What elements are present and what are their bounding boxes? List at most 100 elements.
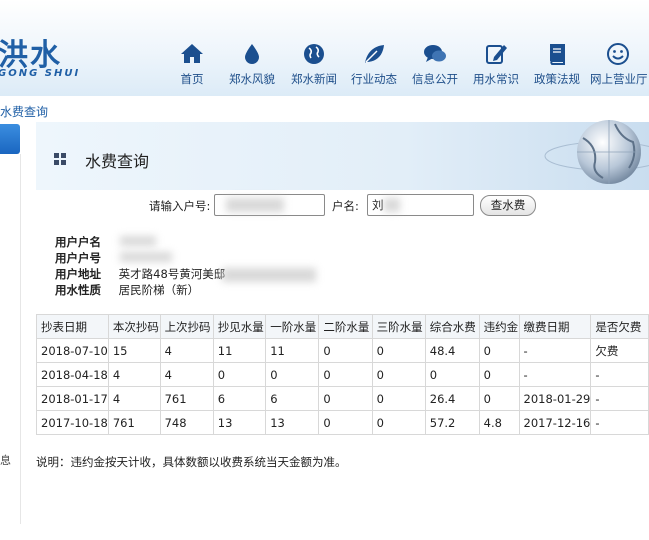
table-cell: 0 [371,386,426,411]
table-cell: 4 [107,386,161,411]
table-cell: 6 [265,386,320,411]
table-cell: 0 [478,386,520,411]
table-cell: 2018-01-29 [518,386,592,411]
nav-label: 信息公开 [412,72,458,86]
nav-item-disclosure[interactable]: 信息公开 [407,42,463,87]
info-key: 用户户名 [55,235,101,249]
nav-label: 行业动态 [351,72,397,86]
redaction-blur [384,198,400,212]
table-cell: 2018-07-10 [36,338,109,363]
home-icon [181,44,203,63]
table-row: 2018-01-17 4 761 6 6 0 0 26.4 0 2018-01-… [36,386,649,411]
table-cell: 48.4 [424,338,480,363]
table-cell: 0 [265,362,320,387]
table-cell: 2018-01-17 [36,386,109,411]
table-cell: 0 [318,362,373,387]
query-fee-button[interactable]: 查水费 [480,195,536,216]
table-cell: 748 [159,410,214,435]
table-cell: 4 [107,362,161,387]
table-cell: 2017-12-16 [518,410,592,435]
info-value: 居民阶梯（新） [118,283,200,297]
table-row: 2018-04-18 4 4 0 0 0 0 0 0 - - [36,362,649,387]
info-value: 英才路48号黄河美邸 [118,267,226,281]
column-header: 本次抄码 [107,314,161,339]
table-cell: 0 [212,362,267,387]
nav-label: 网上营业厅 [590,72,648,86]
column-header: 二阶水量 [318,314,373,339]
account-name-label: 户名: [332,199,359,213]
table-cell: 0 [371,362,426,387]
book-icon [550,44,565,65]
water-fee-table: 抄表日期 本次抄码 上次抄码 抄见水量 一阶水量 二阶水量 三阶水量 综合水费 … [36,314,649,435]
footnote: 说明：违约金按天计收，具体数额以收费系统当天金额为准。 [36,455,347,469]
nav-item-home[interactable]: 首页 [164,42,220,87]
water-drop-icon [245,44,259,64]
grid-icon [54,153,66,165]
globe-decoration-icon [544,120,649,184]
site-header: 洪水 GONG SHUI 首页 郑水风貌 郑水新闻 行业动态 信息公开 用水常识… [0,0,649,96]
table-cell: 欠费 [590,338,649,363]
table-cell: 761 [107,410,161,435]
table-cell: 0 [318,338,373,363]
table-cell: 11 [212,338,267,363]
redaction-blur [226,198,284,212]
redaction-blur [222,268,316,282]
column-header: 缴费日期 [518,314,592,339]
info-key: 用水性质 [55,283,101,297]
nav-item-fengmao[interactable]: 郑水风貌 [224,42,280,87]
table-cell: 13 [265,410,320,435]
breadcrumb[interactable]: 水费查询 [0,103,48,120]
table-cell: 15 [107,338,161,363]
table-header-row: 抄表日期 本次抄码 上次抄码 抄见水量 一阶水量 二阶水量 三阶水量 综合水费 … [36,314,649,339]
leaf-icon [365,45,384,63]
nav-item-policy[interactable]: 政策法规 [529,42,585,87]
table-cell: - [590,386,649,411]
table-cell: 26.4 [424,386,480,411]
nav-label: 首页 [180,72,204,86]
user-address-row: 用户地址 英才路48号黄河美邸 [55,266,225,282]
main-nav: 首页 郑水风貌 郑水新闻 行业动态 信息公开 用水常识 政策法规 网上营业厅 [172,42,649,88]
smiley-icon [607,43,629,65]
column-header: 抄见水量 [212,314,267,339]
column-header: 是否欠费 [590,314,649,339]
column-header: 抄表日期 [36,314,109,339]
column-header: 三阶水量 [371,314,426,339]
table-cell: - [518,338,592,363]
table-cell: 6 [212,386,267,411]
info-key: 用户地址 [55,267,101,281]
column-header: 违约金 [478,314,520,339]
globe-icon [304,44,324,64]
redaction-blur [120,252,172,262]
table-cell: 0 [318,410,373,435]
site-logo-subtitle: GONG SHUI [0,68,81,79]
table-cell: 11 [265,338,320,363]
table-cell: 0 [478,362,520,387]
sidebar-active-tab[interactable] [0,124,20,154]
table-cell: - [590,410,649,435]
table-cell: 761 [159,386,214,411]
page: 洪水 GONG SHUI 首页 郑水风貌 郑水新闻 行业动态 信息公开 用水常识… [0,0,649,540]
nav-label: 郑水新闻 [291,72,337,86]
column-header: 综合水费 [424,314,480,339]
table-cell: 57.2 [424,410,480,435]
sidebar-item-label[interactable]: 息 [0,452,11,468]
nav-item-news[interactable]: 郑水新闻 [286,42,342,87]
table-cell: 4 [159,362,214,387]
table-row: 2017-10-18 761 748 13 13 0 0 57.2 4.8 20… [36,410,649,435]
table-cell: 4 [159,338,214,363]
table-cell: 0 [424,362,480,387]
query-form: 请输入户号: 户名: 刘 查水费 [0,194,649,220]
table-cell: 4.8 [478,410,520,435]
column-header: 一阶水量 [265,314,320,339]
table-cell: 2017-10-18 [36,410,109,435]
column-header: 上次抄码 [159,314,214,339]
table-row: 2018-07-10 15 4 11 11 0 0 48.4 0 - 欠费 [36,338,649,363]
table-cell: 0 [371,410,426,435]
nav-item-industry[interactable]: 行业动态 [346,42,402,87]
account-label: 请输入户号: [149,199,211,213]
page-title: 水费查询 [85,152,150,171]
nav-label: 政策法规 [534,72,580,86]
nav-item-knowledge[interactable]: 用水常识 [468,42,524,87]
nav-label: 用水常识 [473,72,519,86]
nav-item-online-hall[interactable]: 网上营业厅 [590,42,648,87]
